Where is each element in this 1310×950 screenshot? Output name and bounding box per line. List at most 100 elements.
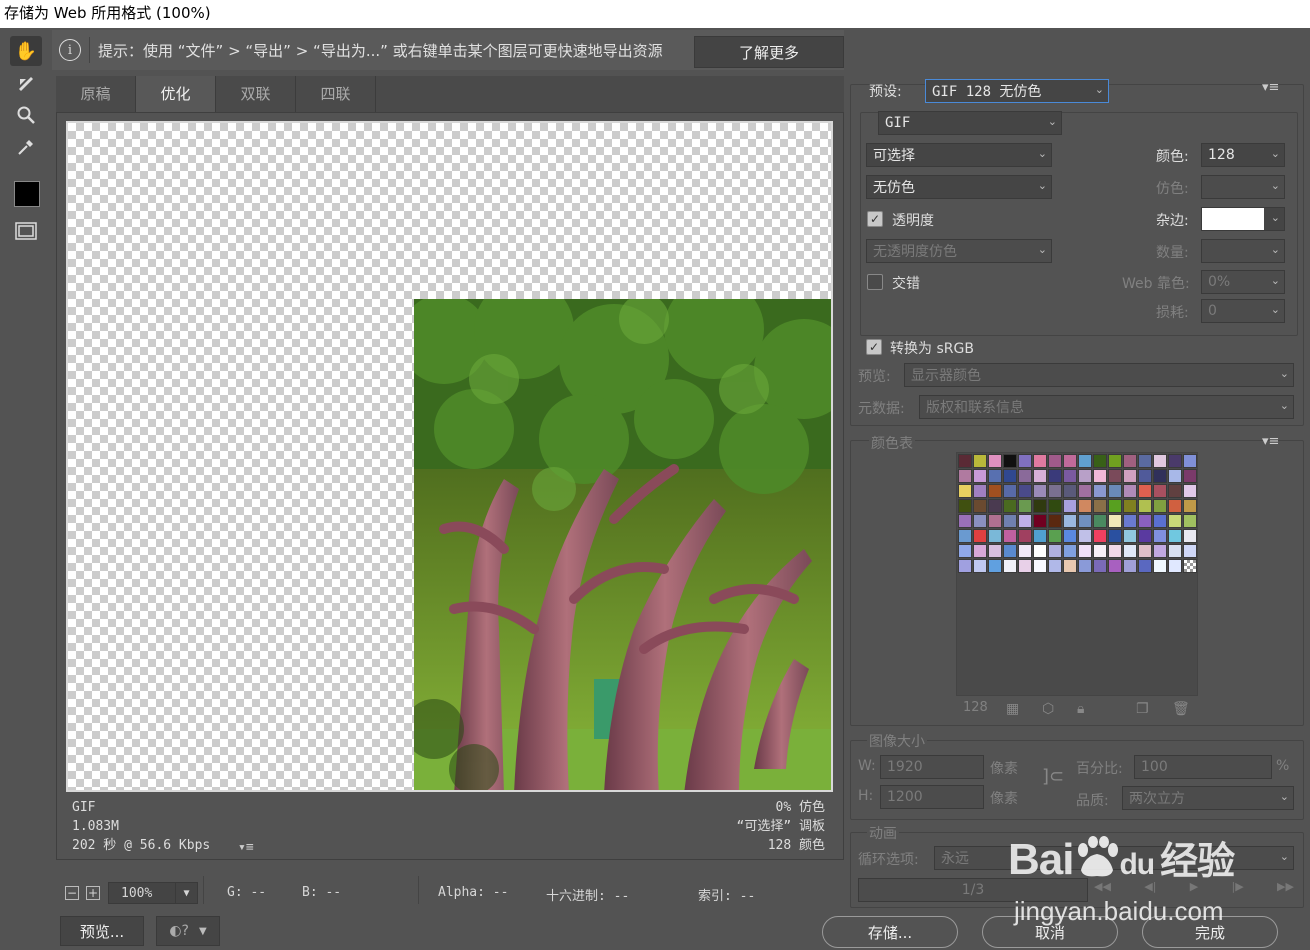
toggle-slices-icon[interactable] (10, 216, 42, 246)
color-swatch[interactable] (958, 514, 972, 528)
color-swatch[interactable] (988, 499, 1002, 513)
color-swatch[interactable] (1003, 469, 1017, 483)
color-swatch[interactable] (1078, 559, 1092, 573)
color-swatch[interactable] (1183, 454, 1197, 468)
matte-select[interactable]: ⌄ (1201, 207, 1285, 231)
color-swatch[interactable] (1183, 544, 1197, 558)
color-swatch[interactable] (1138, 559, 1152, 573)
color-swatch[interactable] (1033, 454, 1047, 468)
color-swatch[interactable] (1048, 514, 1062, 528)
color-swatch[interactable] (1138, 514, 1152, 528)
color-swatch[interactable] (1168, 499, 1182, 513)
color-swatch[interactable] (988, 559, 1002, 573)
color-swatch[interactable] (958, 454, 972, 468)
color-swatch[interactable] (1018, 514, 1032, 528)
color-swatch[interactable] (1048, 529, 1062, 543)
color-swatch[interactable] (973, 544, 987, 558)
color-swatch[interactable] (1123, 469, 1137, 483)
link-constrain-icon[interactable]: ]⊂ (1042, 766, 1064, 787)
color-table-menu-icon[interactable]: ▾≡ (1262, 434, 1279, 449)
color-swatch[interactable] (1183, 514, 1197, 528)
color-swatch[interactable] (1063, 544, 1077, 558)
reduction-select[interactable]: 可选择 ⌄ (866, 143, 1052, 167)
color-swatch[interactable] (1033, 514, 1047, 528)
color-swatch[interactable] (1018, 559, 1032, 573)
color-swatch[interactable] (1108, 499, 1122, 513)
color-swatch[interactable] (1138, 484, 1152, 498)
color-swatch[interactable] (1093, 469, 1107, 483)
speed-menu-icon[interactable]: ▾≡ (238, 840, 254, 855)
eyedropper-color-swatch[interactable] (14, 181, 40, 207)
color-swatch[interactable] (1168, 544, 1182, 558)
color-swatch[interactable] (1153, 499, 1167, 513)
zoom-select[interactable]: 100% ▼ (108, 882, 198, 904)
color-swatch[interactable] (988, 529, 1002, 543)
color-swatch[interactable] (1033, 499, 1047, 513)
color-swatch[interactable] (1018, 454, 1032, 468)
color-swatch[interactable] (1183, 559, 1197, 573)
color-swatch[interactable] (1063, 484, 1077, 498)
preset-select[interactable]: GIF 128 无仿色 ⌄ (925, 79, 1109, 103)
color-swatch[interactable] (1018, 529, 1032, 543)
color-swatch[interactable] (988, 454, 1002, 468)
color-swatch[interactable] (1078, 469, 1092, 483)
color-swatch[interactable] (1183, 499, 1197, 513)
color-swatch[interactable] (1033, 529, 1047, 543)
color-swatch[interactable] (1033, 484, 1047, 498)
color-swatch[interactable] (958, 469, 972, 483)
color-swatch[interactable] (1168, 514, 1182, 528)
color-swatch[interactable] (1048, 454, 1062, 468)
dither-algorithm-select[interactable]: 无仿色 ⌄ (866, 175, 1052, 199)
new-color-icon[interactable]: ❐ (1136, 701, 1149, 717)
color-swatch[interactable] (1063, 499, 1077, 513)
color-swatch[interactable] (1078, 514, 1092, 528)
color-swatch[interactable] (1183, 469, 1197, 483)
color-swatch[interactable] (1033, 544, 1047, 558)
color-swatch[interactable] (1168, 529, 1182, 543)
color-swatch[interactable] (1138, 499, 1152, 513)
color-swatch[interactable] (1138, 469, 1152, 483)
color-swatch[interactable] (1093, 559, 1107, 573)
learn-more-button[interactable]: 了解更多 (694, 36, 844, 68)
color-swatch[interactable] (1108, 469, 1122, 483)
color-swatch[interactable] (958, 499, 972, 513)
color-swatch[interactable] (1108, 559, 1122, 573)
color-swatch[interactable] (1063, 529, 1077, 543)
color-swatch[interactable] (1093, 529, 1107, 543)
color-swatch[interactable] (1003, 484, 1017, 498)
web-shift-icon[interactable]: ⬡ (1042, 701, 1054, 717)
color-swatch[interactable] (1048, 469, 1062, 483)
color-swatch[interactable] (973, 484, 987, 498)
color-swatch[interactable] (1123, 499, 1137, 513)
color-swatch[interactable] (973, 559, 987, 573)
color-swatch[interactable] (1153, 529, 1167, 543)
color-swatch[interactable] (1138, 544, 1152, 558)
tab-original[interactable]: 原稿 (56, 76, 136, 112)
color-swatch[interactable] (1018, 499, 1032, 513)
color-swatch[interactable] (1108, 544, 1122, 558)
tab-2-up[interactable]: 双联 (216, 76, 296, 112)
color-swatch[interactable] (1123, 544, 1137, 558)
map-to-transparent-icon[interactable]: ▦ (1006, 701, 1019, 717)
color-swatch[interactable] (1108, 454, 1122, 468)
color-swatch[interactable] (1003, 514, 1017, 528)
color-swatch[interactable] (958, 484, 972, 498)
color-swatch[interactable] (1018, 544, 1032, 558)
color-swatch[interactable] (988, 484, 1002, 498)
color-swatch[interactable] (1048, 484, 1062, 498)
color-swatch[interactable] (1063, 454, 1077, 468)
color-swatch[interactable] (1033, 559, 1047, 573)
color-swatch[interactable] (1033, 469, 1047, 483)
color-swatch[interactable] (1123, 514, 1137, 528)
color-swatch[interactable] (1168, 559, 1182, 573)
color-swatch[interactable] (1183, 484, 1197, 498)
color-swatch[interactable] (1078, 529, 1092, 543)
color-swatch[interactable] (1078, 454, 1092, 468)
color-swatch[interactable] (988, 469, 1002, 483)
slice-select-tool-icon[interactable] (10, 68, 42, 98)
delete-color-icon[interactable]: 🗑︎ (1172, 701, 1190, 717)
preview-button[interactable]: 预览... (60, 916, 144, 946)
color-swatch[interactable] (1093, 499, 1107, 513)
color-swatch[interactable] (1003, 499, 1017, 513)
color-swatch[interactable] (1063, 469, 1077, 483)
